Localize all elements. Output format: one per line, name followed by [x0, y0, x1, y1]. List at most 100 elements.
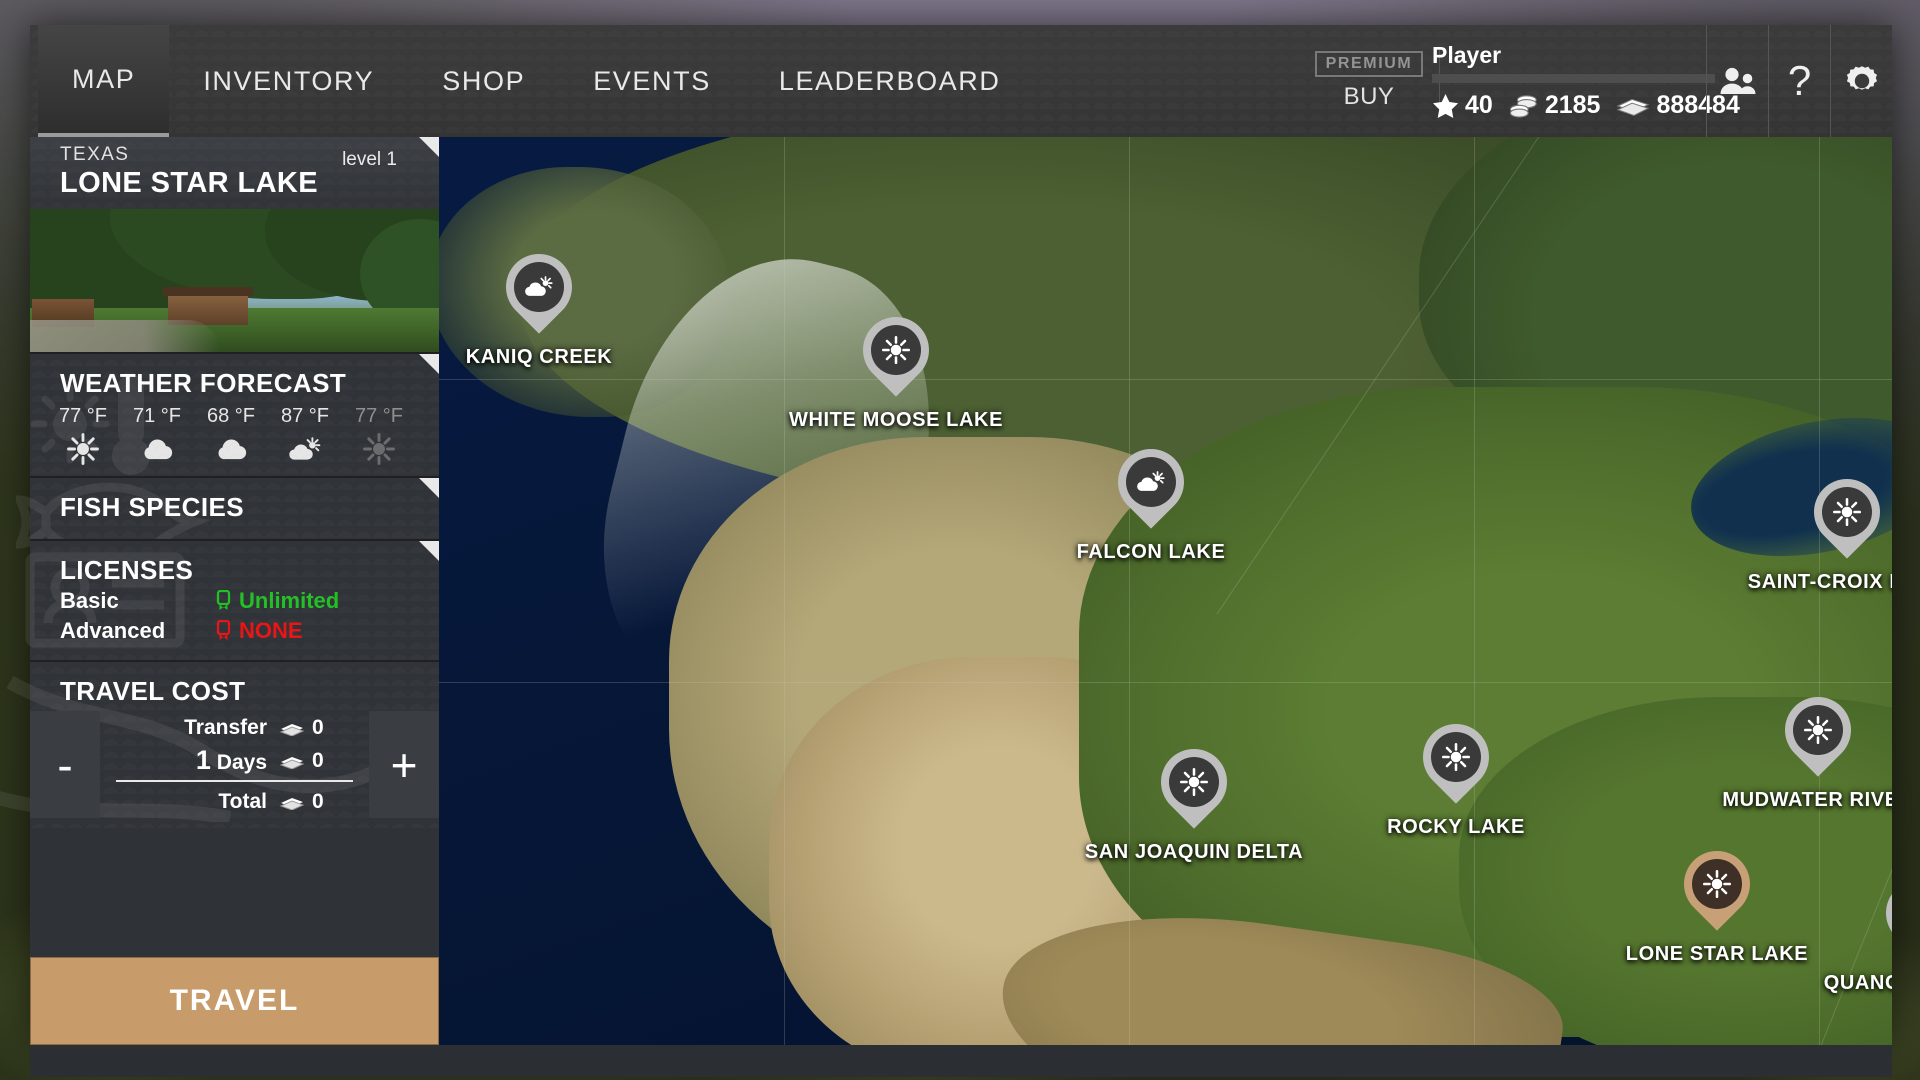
collapse-licenses-icon[interactable] — [419, 541, 439, 561]
license-rows: Basic Unlimited Advanced NONE — [30, 586, 439, 646]
license-badge-icon — [216, 620, 231, 640]
sun-icon — [1702, 869, 1732, 899]
location-sidebar: TEXAS level 1 LONE STAR LAKE WEATHER FOR… — [0, 137, 439, 1045]
partly-cloudy-icon — [514, 262, 564, 312]
partly-cloudy-icon — [1126, 457, 1176, 507]
tab-leaderboard[interactable]: LEADERBOARD — [745, 25, 1035, 137]
tab-events[interactable]: EVENTS — [559, 25, 745, 137]
license-name: Basic — [60, 588, 119, 613]
collapse-fish-species-icon[interactable] — [419, 478, 439, 498]
marker-pin-shape — [1872, 866, 1892, 968]
map-marker[interactable]: KANIQ CREEK — [466, 240, 612, 368]
travel-cost-divider — [116, 780, 353, 782]
location-level: level 1 — [342, 149, 397, 170]
marker-label: QUANCHKIN LAKE — [1823, 972, 1892, 994]
map-marker[interactable]: FALCON LAKE — [1077, 435, 1225, 563]
map-marker[interactable]: LONE STAR LAKE — [1626, 837, 1808, 965]
sun-icon — [46, 433, 120, 465]
sun-icon — [881, 335, 911, 365]
travel-cost-row-total: Total 0 — [116, 785, 353, 818]
map-marker[interactable]: SAN JOAQUIN DELTA — [1085, 735, 1303, 863]
world-map[interactable]: KANIQ CREEK WHITE MOOSE LAKE FALCON LAKE — [439, 137, 1892, 1045]
map-marker[interactable]: SAINT-CROIX LAKE — [1748, 465, 1892, 593]
decrease-days-button[interactable]: - — [30, 711, 100, 818]
top-icon-buttons: ? — [1706, 25, 1892, 137]
tab-map[interactable]: MAP — [38, 25, 170, 137]
weather-forecast-section[interactable]: WEATHER FORECAST 77 °F 71 °F 68 °F 87 °F… — [30, 352, 439, 476]
weather-title: WEATHER FORECAST — [60, 368, 347, 398]
licenses-section[interactable]: LICENSES Basic Unlimited Advanced NONE — [25, 539, 439, 660]
location-name: LONE STAR LAKE — [60, 167, 319, 199]
sun-icon — [1169, 757, 1219, 807]
sun-icon — [363, 433, 395, 465]
map-marker[interactable]: WHITE MOOSE LAKE — [789, 303, 1002, 431]
travel-cost-row-transfer: Transfer 0 — [116, 711, 353, 744]
help-glyph: ? — [1787, 57, 1812, 104]
travel-cost-title: TRAVEL COST — [60, 676, 246, 706]
cash-icon — [279, 723, 305, 736]
days-count: 1 — [195, 745, 211, 775]
tab-label: LEADERBOARD — [778, 65, 1001, 96]
fish-species-section[interactable]: FISH SPECIES — [16, 476, 439, 554]
total-label: Total — [218, 789, 267, 813]
marker-pin-shape — [1800, 465, 1892, 567]
premium-badge: PREMIUM — [1314, 51, 1424, 77]
weather-temperature: 71 °F — [132, 405, 182, 427]
map-marker[interactable]: QUANCHKIN LAKE — [1824, 866, 1892, 994]
partly-cloudy-icon — [525, 276, 553, 297]
days-amount: 0 — [279, 749, 353, 773]
map-marker[interactable]: ROCKY LAKE — [1387, 710, 1524, 838]
coins-icon — [1509, 94, 1537, 118]
cloud-icon — [194, 434, 268, 464]
player-name: Player — [1432, 42, 1502, 68]
help-icon[interactable]: ? — [1768, 25, 1830, 137]
tab-label: MAP — [72, 63, 136, 94]
tab-inventory[interactable]: INVENTORY — [169, 25, 408, 137]
marker-label: MUDWATER RIVER — [1722, 789, 1892, 811]
marker-pin-shape — [1670, 837, 1764, 939]
license-value-text: NONE — [239, 618, 303, 643]
transfer-amount: 0 — [279, 716, 353, 740]
travel-cost-section: TRAVEL COST - Transfer 0 1 Days 0 Total … — [0, 660, 439, 828]
collapse-location-icon[interactable] — [419, 137, 439, 157]
marker-label: ROCKY LAKE — [1387, 816, 1525, 838]
friends-icon[interactable] — [1706, 25, 1768, 137]
travel-cost-table: Transfer 0 1 Days 0 Total 0 — [100, 711, 369, 818]
increase-days-button[interactable]: + — [369, 711, 439, 818]
location-header[interactable]: TEXAS level 1 LONE STAR LAKE — [30, 137, 439, 209]
license-value: NONE — [216, 618, 303, 644]
travel-cost-row-days: 1 Days 0 — [116, 744, 353, 777]
marker-pin-shape — [492, 240, 586, 342]
premium-block: PREMIUM BUY — [1304, 25, 1434, 137]
weather-day-3: 68 °F — [194, 405, 268, 464]
license-badge-icon — [216, 590, 231, 610]
sun-icon — [342, 433, 416, 465]
license-row: Advanced NONE — [30, 616, 439, 646]
weather-day-2: 71 °F — [120, 405, 194, 464]
player-xp-bar — [1432, 74, 1715, 83]
sun-icon — [1441, 742, 1471, 772]
star-icon — [1432, 93, 1459, 118]
marker-pin-shape — [849, 303, 943, 405]
weather-day-1: 77 °F — [46, 405, 120, 465]
cash-icon — [279, 756, 305, 769]
weather-day-5: 77 °F — [342, 405, 416, 465]
stat-coins: 2185 — [1509, 91, 1600, 120]
days-label: 1 Days — [195, 745, 267, 775]
map-marker[interactable]: MUDWATER RIVER — [1722, 683, 1892, 811]
marker-label: SAINT-CROIX LAKE — [1747, 571, 1892, 593]
grid-line — [1474, 137, 1475, 1045]
settings-gear-icon[interactable] — [1830, 25, 1892, 137]
preview-path — [30, 320, 220, 352]
window-bottom-bar — [30, 1045, 1892, 1077]
tab-label: EVENTS — [593, 65, 711, 96]
premium-buy-button[interactable]: BUY — [1344, 83, 1395, 111]
license-name: Advanced — [60, 618, 166, 643]
tab-shop[interactable]: SHOP — [408, 25, 559, 137]
preview-cabin-roof — [163, 287, 253, 296]
travel-button[interactable]: TRAVEL — [30, 957, 439, 1045]
player-info-block: Player 40 2185 888484 — [1432, 25, 1740, 137]
sun-icon — [1179, 767, 1209, 797]
transfer-label: Transfer — [184, 715, 267, 739]
collapse-weather-icon[interactable] — [419, 354, 439, 374]
